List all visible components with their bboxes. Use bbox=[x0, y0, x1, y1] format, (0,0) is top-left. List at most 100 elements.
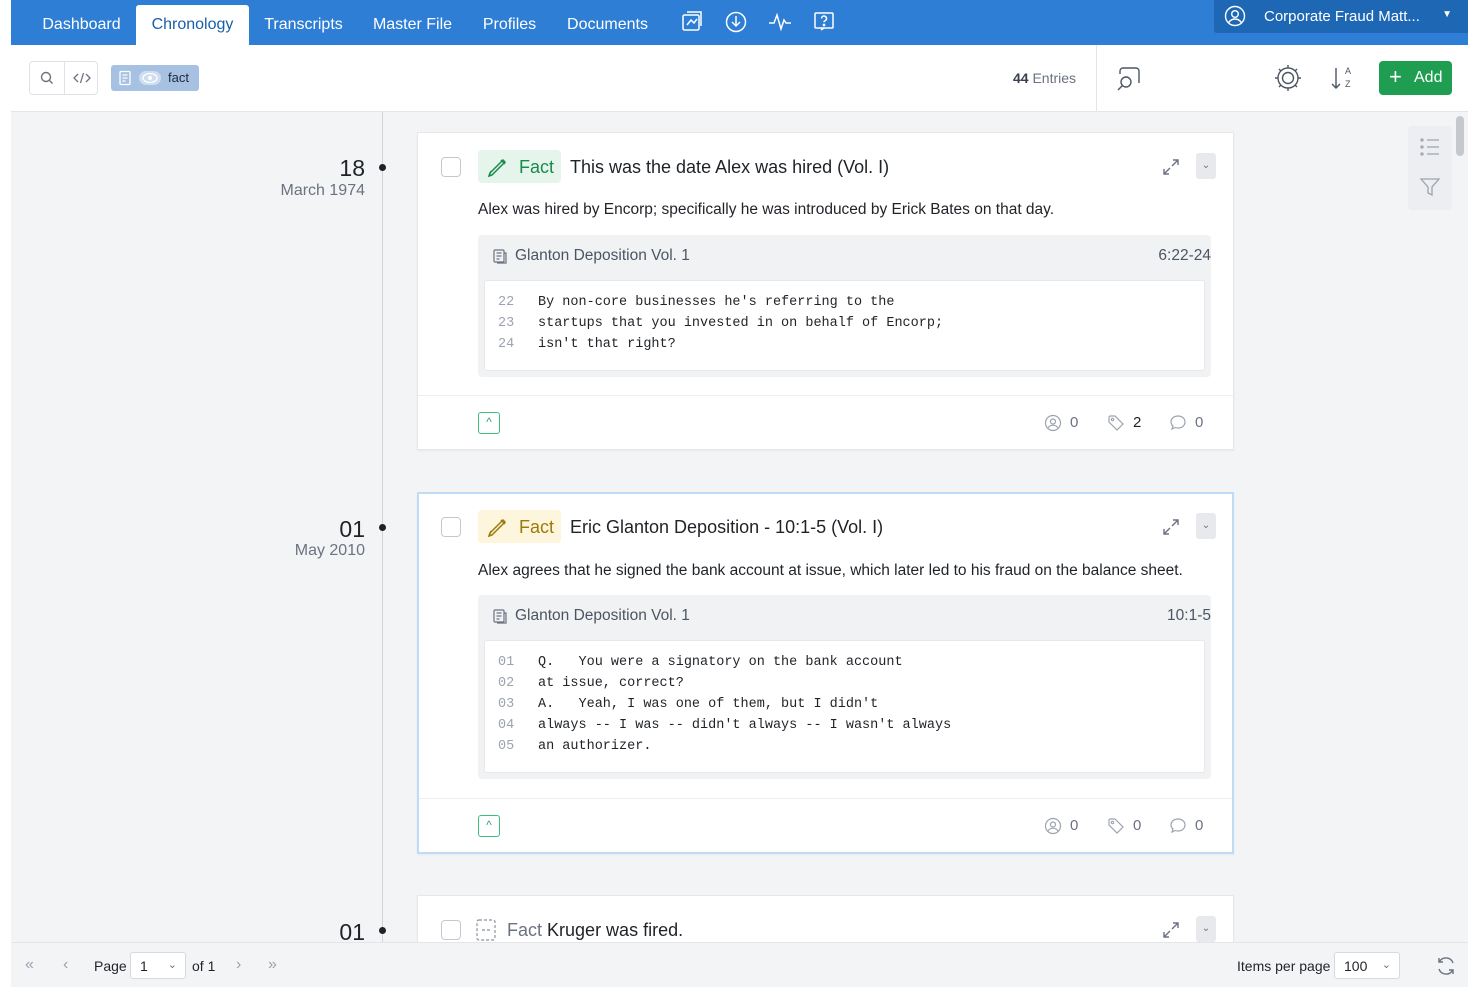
activity-icon[interactable] bbox=[767, 9, 793, 35]
entry-title: Eric Glanton Deposition - 10:1-5 (Vol. I… bbox=[570, 517, 884, 537]
add-button[interactable]: + Add bbox=[1379, 61, 1452, 95]
transcript-excerpt: 01 Q. You were a signatory on the bank ac… bbox=[484, 640, 1205, 773]
page-total: of 1 bbox=[192, 958, 216, 974]
line-number: 03 bbox=[498, 697, 515, 712]
source-excerpt: Glanton Deposition Vol. 1 10:1-5 01 Q. Yo… bbox=[478, 595, 1211, 779]
tab-chronology[interactable]: Chronology bbox=[136, 5, 249, 45]
prev-page-icon[interactable]: ‹ bbox=[63, 956, 68, 974]
search-group bbox=[29, 61, 98, 95]
chronology-entry-card[interactable]: Fact This was the date Alex was hired (V… bbox=[417, 132, 1234, 450]
settings-icon[interactable] bbox=[1273, 63, 1303, 93]
tab-profiles[interactable]: Profiles bbox=[471, 0, 548, 45]
entry-menu-dropdown[interactable]: ⌄ bbox=[1196, 916, 1216, 942]
entry-checkbox[interactable] bbox=[441, 157, 461, 177]
matter-selector[interactable]: Corporate Fraud Matt... ▼ bbox=[1214, 0, 1468, 33]
page-label: Page bbox=[94, 958, 127, 974]
expand-icon[interactable] bbox=[1161, 920, 1181, 940]
matter-label: Corporate Fraud Matt... bbox=[1264, 8, 1420, 25]
timeline-dot bbox=[379, 524, 386, 531]
source-name[interactable]: Glanton Deposition Vol. 1 bbox=[515, 247, 690, 265]
tab-documents[interactable]: Documents bbox=[556, 0, 659, 45]
last-page-icon[interactable]: » bbox=[268, 956, 277, 974]
timeline-dot bbox=[379, 927, 386, 934]
next-page-icon[interactable]: › bbox=[236, 956, 241, 974]
plus-icon: + bbox=[1389, 64, 1402, 89]
search-icon bbox=[40, 71, 53, 84]
app-root: Dashboard Chronology Transcripts Master … bbox=[11, 0, 1468, 987]
source-name[interactable]: Glanton Deposition Vol. 1 bbox=[515, 607, 690, 625]
filter-icon[interactable] bbox=[1419, 176, 1441, 198]
sort-az-icon[interactable]: AZ bbox=[1327, 63, 1357, 93]
help-icon[interactable] bbox=[811, 9, 837, 35]
chevron-down-icon: ⌄ bbox=[167, 959, 177, 971]
top-nav: Dashboard Chronology Transcripts Master … bbox=[11, 0, 1468, 45]
chronology-entry-card[interactable]: Fact Kruger was fired. ⌄ bbox=[417, 895, 1234, 942]
pencil-icon bbox=[487, 518, 507, 538]
search-button[interactable] bbox=[30, 62, 64, 94]
export-icon[interactable] bbox=[679, 9, 705, 35]
entry-menu-dropdown[interactable]: ⌄ bbox=[1196, 513, 1216, 539]
entry-checkbox[interactable] bbox=[441, 920, 461, 940]
expand-icon[interactable] bbox=[1161, 517, 1181, 537]
collapse-button[interactable]: ^ bbox=[478, 815, 500, 837]
comment-icon bbox=[1170, 415, 1186, 431]
code-view-button[interactable] bbox=[64, 62, 98, 94]
entry-description: Alex agrees that he signed the bank acco… bbox=[478, 562, 1183, 579]
svg-text:Z: Z bbox=[1345, 79, 1351, 89]
refresh-icon[interactable] bbox=[1435, 955, 1457, 977]
toolbar-divider bbox=[1096, 45, 1097, 111]
page-line-ref: 10:1-5 bbox=[1167, 607, 1211, 624]
person-icon bbox=[1044, 414, 1062, 432]
line-number: 04 bbox=[498, 718, 515, 733]
entry-menu-dropdown[interactable]: ⌄ bbox=[1196, 153, 1216, 179]
tab-master-file[interactable]: Master File bbox=[361, 0, 464, 45]
entry-month-year: May 2010 bbox=[294, 542, 365, 559]
transcript-icon bbox=[493, 249, 507, 264]
code-icon bbox=[72, 72, 91, 84]
user-avatar-icon bbox=[1224, 5, 1246, 27]
line-text: isn't that right? bbox=[538, 337, 676, 352]
entry-day: 18 bbox=[339, 155, 365, 181]
person-icon bbox=[1044, 817, 1062, 835]
line-number: 01 bbox=[498, 655, 515, 670]
transcript-excerpt: 22 By non-core businesses he's referring … bbox=[484, 280, 1205, 371]
line-number: 24 bbox=[498, 337, 515, 352]
tag-icon bbox=[1108, 415, 1124, 431]
document-icon bbox=[119, 70, 131, 86]
tab-dashboard[interactable]: Dashboard bbox=[29, 0, 134, 45]
entry-title-line: Fact Kruger was fired. bbox=[507, 920, 683, 941]
side-tools bbox=[1408, 126, 1452, 210]
line-text: startups that you invested in on behalf … bbox=[538, 316, 944, 331]
entry-footer: ^ 0 0 0 bbox=[419, 798, 1232, 854]
first-page-icon[interactable]: « bbox=[25, 956, 34, 974]
pencil-icon bbox=[487, 158, 507, 178]
page-select[interactable]: 1 ⌄ bbox=[130, 952, 186, 979]
comment-icon bbox=[1170, 818, 1186, 834]
source-excerpt: Glanton Deposition Vol. 1 6:22-24 22 By n… bbox=[478, 235, 1211, 377]
line-text: By non-core businesses he's referring to… bbox=[538, 295, 895, 310]
tab-transcripts[interactable]: Transcripts bbox=[251, 0, 356, 45]
scrollbar[interactable] bbox=[1456, 116, 1464, 156]
items-per-page-label: Items per page bbox=[1237, 958, 1331, 974]
chronology-entry-card-selected[interactable]: Fact Eric Glanton Deposition - 10:1-5 (V… bbox=[417, 492, 1234, 854]
svg-text:A: A bbox=[1345, 66, 1351, 76]
fact-tag: Fact bbox=[478, 510, 561, 543]
entry-title: Kruger was fired. bbox=[547, 920, 684, 940]
tag-icon bbox=[1108, 818, 1124, 834]
eye-toggle-icon[interactable] bbox=[139, 70, 161, 86]
transcript-icon bbox=[493, 609, 507, 624]
chevron-down-icon: ⌄ bbox=[1381, 959, 1391, 971]
fact-tag: Fact bbox=[478, 150, 561, 183]
expand-icon[interactable] bbox=[1161, 157, 1181, 177]
list-icon[interactable] bbox=[1419, 136, 1441, 158]
chevron-down-icon: ▼ bbox=[1442, 9, 1452, 20]
filter-chip[interactable]: fact bbox=[111, 65, 199, 91]
line-number: 02 bbox=[498, 676, 515, 691]
draft-fact-icon bbox=[476, 919, 496, 941]
search-document-icon[interactable] bbox=[1114, 63, 1144, 93]
collapse-button[interactable]: ^ bbox=[478, 412, 500, 434]
download-icon[interactable] bbox=[723, 9, 749, 35]
entry-title: This was the date Alex was hired (Vol. I… bbox=[570, 157, 890, 177]
entry-checkbox[interactable] bbox=[441, 517, 461, 537]
items-per-page-select[interactable]: 100 ⌄ bbox=[1334, 952, 1400, 979]
